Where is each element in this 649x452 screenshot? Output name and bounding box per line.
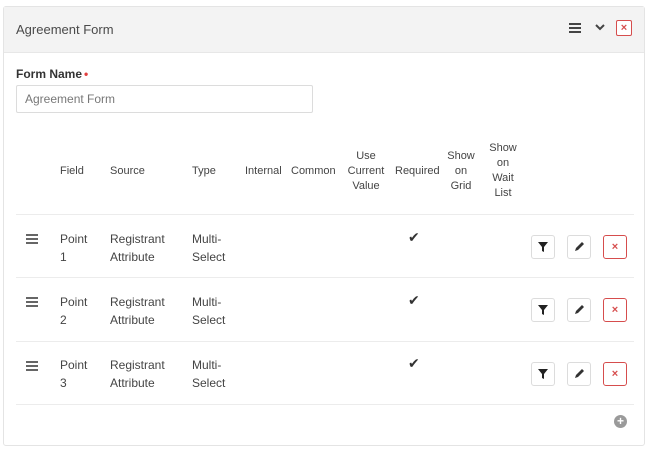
delete-button[interactable]: × bbox=[603, 298, 627, 322]
row-type-line1: Multi- bbox=[192, 295, 222, 309]
header-show-on-grid-line1: Show bbox=[447, 150, 475, 162]
header-show-on-wait-list: Show on Wait List bbox=[488, 141, 518, 201]
edit-button[interactable] bbox=[567, 235, 591, 259]
row-field: Point 1 bbox=[60, 230, 87, 266]
close-icon[interactable]: × bbox=[616, 20, 632, 36]
agreement-form-panel: Agreement Form × Form Name • Agreement Fo… bbox=[3, 6, 645, 446]
delete-button[interactable]: × bbox=[603, 362, 627, 386]
row-field-line1: Point bbox=[60, 232, 88, 246]
row-field-line2: 3 bbox=[60, 376, 67, 390]
delete-button[interactable]: × bbox=[603, 235, 627, 259]
form-name-label-text: Form Name bbox=[16, 67, 83, 81]
header-show-on-wait-list-line2: on bbox=[496, 157, 510, 169]
header-use-current-value-line1: Use bbox=[356, 150, 376, 162]
required-check-icon: ✔ bbox=[408, 292, 420, 308]
header-field: Field bbox=[60, 165, 84, 177]
pencil-icon bbox=[574, 305, 584, 314]
row-type-line2: Select bbox=[192, 250, 226, 264]
filter-icon bbox=[538, 242, 548, 252]
row-field-line1: Point bbox=[60, 358, 88, 372]
panel-title: Agreement Form bbox=[16, 22, 114, 37]
header-use-current-value-line3: Value bbox=[352, 180, 380, 192]
filter-button[interactable] bbox=[531, 235, 555, 259]
row-type: Multi- Select bbox=[192, 356, 225, 392]
table-divider bbox=[16, 341, 634, 342]
row-source: Registrant Attribute bbox=[110, 356, 165, 392]
pencil-icon bbox=[574, 242, 584, 251]
row-type: Multi- Select bbox=[192, 230, 225, 266]
row-field: Point 3 bbox=[60, 356, 87, 392]
header-source: Source bbox=[110, 165, 145, 177]
header-required: Required bbox=[395, 165, 440, 177]
row-field-line2: 1 bbox=[60, 250, 67, 264]
drag-handle-icon[interactable] bbox=[26, 297, 38, 309]
row-source-line1: Registrant bbox=[110, 232, 165, 246]
row-source-line1: Registrant bbox=[110, 358, 165, 372]
hamburger-icon[interactable] bbox=[569, 23, 581, 33]
filter-button[interactable] bbox=[531, 362, 555, 386]
table-divider bbox=[16, 277, 634, 278]
table-divider bbox=[16, 214, 634, 215]
row-field-line2: 2 bbox=[60, 313, 67, 327]
header-show-on-wait-list-line1: Show bbox=[489, 142, 517, 154]
table-divider bbox=[16, 404, 634, 405]
filter-icon bbox=[538, 305, 548, 315]
row-source-line2: Attribute bbox=[110, 376, 155, 390]
row-type-line2: Select bbox=[192, 313, 226, 327]
header-type: Type bbox=[192, 165, 216, 177]
filter-button[interactable] bbox=[531, 298, 555, 322]
form-name-input[interactable]: Agreement Form bbox=[16, 85, 313, 113]
header-internal: Internal bbox=[245, 165, 282, 177]
row-type-line1: Multi- bbox=[192, 358, 222, 372]
required-check-icon: ✔ bbox=[408, 229, 420, 245]
header-show-on-wait-list-line4: List bbox=[494, 187, 512, 199]
drag-handle-icon[interactable] bbox=[26, 234, 38, 246]
header-show-on-grid-line3: Grid bbox=[450, 180, 472, 192]
required-marker: • bbox=[84, 67, 89, 81]
pencil-icon bbox=[574, 369, 584, 378]
panel-header: Agreement Form × bbox=[4, 7, 644, 53]
row-source-line2: Attribute bbox=[110, 250, 155, 264]
row-type-line1: Multi- bbox=[192, 232, 222, 246]
drag-handle-icon[interactable] bbox=[26, 361, 38, 373]
row-field-line1: Point bbox=[60, 295, 88, 309]
header-common: Common bbox=[291, 165, 336, 177]
row-source: Registrant Attribute bbox=[110, 230, 165, 266]
edit-button[interactable] bbox=[567, 298, 591, 322]
form-name-label: Form Name • bbox=[16, 67, 88, 81]
row-field: Point 2 bbox=[60, 293, 87, 329]
chevron-down-icon[interactable] bbox=[594, 20, 606, 32]
header-use-current-value: Use Current Value bbox=[346, 149, 386, 194]
row-source-line1: Registrant bbox=[110, 295, 165, 309]
header-use-current-value-line2: Current bbox=[347, 165, 385, 177]
header-show-on-wait-list-line3: Wait bbox=[492, 172, 514, 184]
header-show-on-grid: Show on Grid bbox=[446, 149, 476, 194]
row-type: Multi- Select bbox=[192, 293, 225, 329]
required-check-icon: ✔ bbox=[408, 355, 420, 371]
row-source: Registrant Attribute bbox=[110, 293, 165, 329]
add-field-button[interactable]: + bbox=[614, 415, 627, 428]
header-show-on-grid-line2: on bbox=[454, 165, 468, 177]
row-type-line2: Select bbox=[192, 376, 226, 390]
filter-icon bbox=[538, 369, 548, 379]
edit-button[interactable] bbox=[567, 362, 591, 386]
row-source-line2: Attribute bbox=[110, 313, 155, 327]
